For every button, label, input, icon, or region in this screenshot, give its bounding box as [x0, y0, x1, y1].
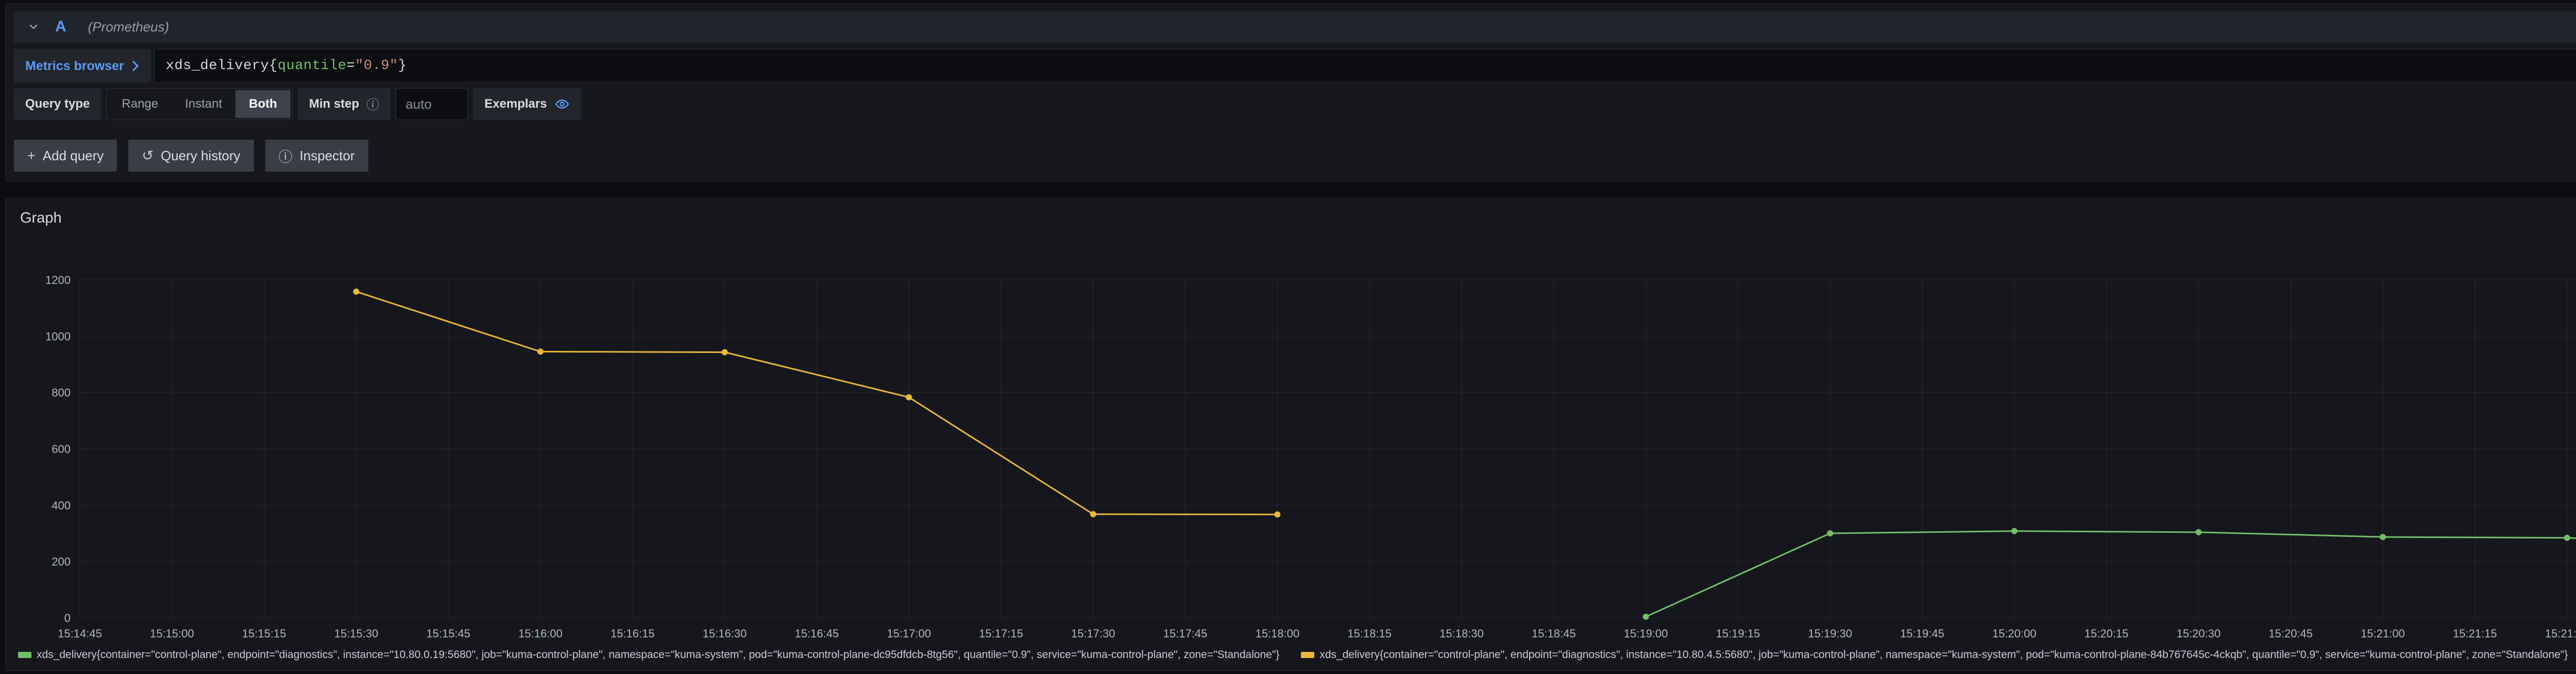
svg-text:15:20:45: 15:20:45: [2268, 627, 2313, 640]
inspector-button[interactable]: ⓘ Inspector: [265, 140, 368, 172]
svg-text:15:18:45: 15:18:45: [1532, 627, 1576, 640]
metrics-browser-button[interactable]: Metrics browser: [14, 49, 151, 83]
query-field-row: Metrics browser xds_delivery{quantile="0…: [14, 49, 2576, 83]
legend-item[interactable]: xds_delivery{container="control-plane", …: [18, 649, 1279, 661]
query-token: xds_delivery{: [166, 58, 278, 74]
svg-text:15:21:30: 15:21:30: [2545, 627, 2576, 640]
svg-text:15:18:30: 15:18:30: [1439, 627, 1484, 640]
exemplars-chip: Exemplars: [473, 88, 581, 120]
svg-text:15:17:30: 15:17:30: [1071, 627, 1115, 640]
svg-text:0: 0: [64, 612, 71, 625]
svg-text:1200: 1200: [45, 274, 71, 287]
graph-canvas[interactable]: 0 200 400 600 800 1000 1200 15:14:45 15:15:00 15:…: [6, 198, 2576, 670]
svg-text:15:18:00: 15:18:00: [1256, 627, 1300, 640]
panel-title: Graph: [20, 210, 62, 227]
chevron-down-icon[interactable]: [27, 21, 40, 33]
query-token: "0.9": [355, 58, 398, 74]
svg-text:15:19:00: 15:19:00: [1624, 627, 1668, 640]
plus-icon: +: [27, 148, 36, 164]
svg-text:15:15:45: 15:15:45: [426, 627, 470, 640]
svg-text:800: 800: [52, 386, 71, 399]
svg-text:15:15:15: 15:15:15: [242, 627, 286, 640]
query-ref-id: A: [55, 18, 66, 36]
legend-label: xds_delivery{container="control-plane", …: [37, 649, 1279, 661]
action-bar: + Add query ↺ Query history ⓘ Inspector: [14, 140, 2576, 172]
query-expression-input[interactable]: xds_delivery{quantile="0.9"}: [154, 49, 2576, 83]
exemplars-eye-icon[interactable]: [554, 96, 570, 112]
metrics-browser-label: Metrics browser: [25, 59, 124, 74]
history-icon: ↺: [142, 148, 154, 164]
query-type-option-both[interactable]: Both: [235, 90, 291, 118]
svg-text:400: 400: [52, 499, 71, 512]
svg-text:15:16:00: 15:16:00: [518, 627, 563, 640]
svg-text:15:19:45: 15:19:45: [1900, 627, 1944, 640]
info-icon[interactable]: ⓘ: [366, 95, 379, 113]
inspector-icon: ⓘ: [279, 146, 293, 166]
legend-swatch: [1301, 652, 1314, 658]
svg-text:15:20:15: 15:20:15: [2084, 627, 2129, 640]
exemplars-label: Exemplars: [484, 97, 547, 111]
svg-text:15:16:15: 15:16:15: [611, 627, 655, 640]
query-history-label: Query history: [161, 148, 241, 164]
min-step-input[interactable]: auto: [396, 88, 468, 120]
svg-text:15:17:15: 15:17:15: [979, 627, 1023, 640]
legend-label: xds_delivery{container="control-plane", …: [1319, 649, 2568, 661]
min-step-label: Min step: [309, 97, 359, 111]
legend-item[interactable]: xds_delivery{container="control-plane", …: [1301, 649, 2568, 661]
svg-text:15:21:15: 15:21:15: [2453, 627, 2497, 640]
svg-text:15:16:45: 15:16:45: [795, 627, 839, 640]
add-query-button[interactable]: + Add query: [14, 140, 117, 172]
svg-text:15:18:15: 15:18:15: [1347, 627, 1392, 640]
svg-text:15:15:30: 15:15:30: [334, 627, 379, 640]
svg-text:15:20:00: 15:20:00: [1992, 627, 2037, 640]
inspector-label: Inspector: [300, 148, 355, 164]
query-type-option-instant[interactable]: Instant: [172, 90, 235, 118]
chevron-right-icon: [131, 60, 140, 72]
explore-page: A (Prometheus): [0, 0, 2576, 674]
query-history-button[interactable]: ↺ Query history: [128, 140, 253, 172]
graph-legend: xds_delivery{container="control-plane", …: [18, 643, 2576, 667]
svg-text:15:21:00: 15:21:00: [2361, 627, 2405, 640]
svg-text:15:15:00: 15:15:00: [150, 627, 194, 640]
svg-text:15:17:00: 15:17:00: [887, 627, 931, 640]
svg-text:15:19:30: 15:19:30: [1808, 627, 1852, 640]
query-token: }: [398, 58, 407, 74]
query-options-row: Query type RangeInstantBoth Min step ⓘ a…: [14, 88, 2576, 120]
query-row-header[interactable]: A (Prometheus): [14, 11, 2576, 43]
datasource-label: (Prometheus): [88, 19, 170, 35]
query-type-label: Query type: [14, 88, 101, 120]
svg-text:200: 200: [52, 555, 71, 568]
svg-text:15:20:30: 15:20:30: [2177, 627, 2221, 640]
query-token: quantile: [278, 58, 347, 74]
legend-swatch: [18, 652, 31, 658]
svg-text:1000: 1000: [45, 330, 71, 343]
add-query-label: Add query: [43, 148, 104, 164]
svg-text:15:16:30: 15:16:30: [703, 627, 747, 640]
svg-text:15:14:45: 15:14:45: [58, 627, 102, 640]
graph-panel: Graph LinesBarsPointsStacked linesStacke…: [5, 198, 2576, 671]
svg-text:15:19:15: 15:19:15: [1716, 627, 1760, 640]
query-token: =: [347, 58, 355, 74]
query-type-group: RangeInstantBoth: [106, 88, 292, 120]
svg-text:600: 600: [52, 443, 71, 456]
query-editor-card: A (Prometheus): [5, 3, 2576, 181]
min-step-label-chip: Min step ⓘ: [298, 88, 391, 120]
query-type-option-range[interactable]: Range: [108, 90, 172, 118]
svg-text:15:17:45: 15:17:45: [1163, 627, 1208, 640]
